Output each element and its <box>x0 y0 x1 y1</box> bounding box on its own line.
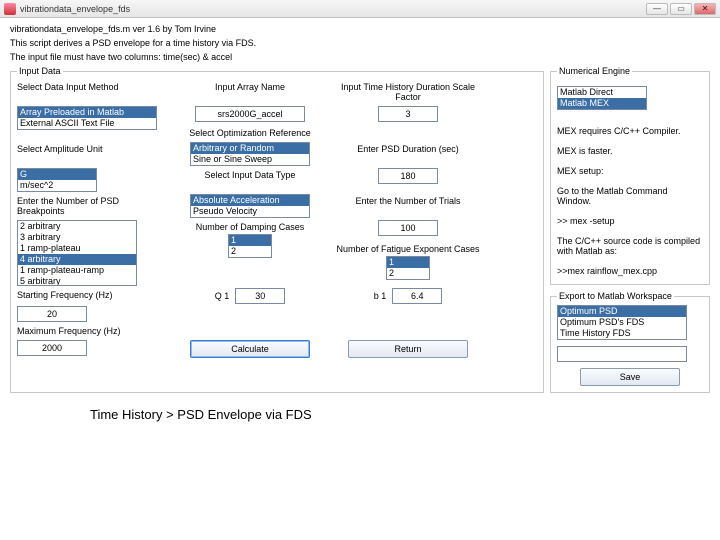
calculate-button[interactable]: Calculate <box>190 340 310 358</box>
engine-t1: MEX requires C/C++ Compiler. <box>557 126 703 136</box>
export-list[interactable]: Optimum PSD Optimum PSD's FDS Time Histo… <box>557 305 687 340</box>
array-name-label: Input Array Name <box>175 82 325 102</box>
header-line-2: This script derives a PSD envelope for a… <box>10 38 710 48</box>
fatigue-label: Number of Fatigue Exponent Cases <box>336 244 479 254</box>
input-data-fieldset: Input Data Select Data Input Method Inpu… <box>10 66 544 393</box>
engine-t5: >> mex -setup <box>557 216 703 226</box>
amp-unit-label: Select Amplitude Unit <box>17 144 167 164</box>
engine-t6: The C/C++ source code is compiled with M… <box>557 236 703 256</box>
header-line-3: The input file must have two columns: ti… <box>10 52 710 62</box>
bp-list[interactable]: 2 arbitrary 3 arbitrary 1 ramp-plateau 4… <box>17 220 137 286</box>
optref-label: Select Optimization Reference <box>189 128 311 138</box>
export-fieldset: Export to Matlab Workspace Optimum PSD O… <box>550 291 710 393</box>
scale-input[interactable]: 3 <box>378 106 438 122</box>
maximize-button[interactable]: ▭ <box>670 3 692 15</box>
startf-input[interactable]: 20 <box>17 306 87 322</box>
select-method-list[interactable]: Array Preloaded in Matlab External ASCII… <box>17 106 157 130</box>
maxf-input[interactable]: 2000 <box>17 340 87 356</box>
scale-label: Input Time History Duration Scale Factor <box>333 82 483 102</box>
bp-label: Enter the Number of PSD Breakpoints <box>17 196 167 216</box>
header-line-1: vibrationdata_envelope_fds.m ver 1.6 by … <box>10 24 710 34</box>
fatigue-list[interactable]: 1 2 <box>386 256 430 280</box>
select-method-label: Select Data Input Method <box>17 82 167 102</box>
engine-t7: >>mex rainflow_mex.cpp <box>557 266 703 276</box>
optref-list[interactable]: Arbitrary or Random Sine or Sine Sweep <box>190 142 310 166</box>
app-icon <box>4 3 16 15</box>
trials-label: Enter the Number of Trials <box>333 196 483 216</box>
intype-list[interactable]: Absolute Acceleration Pseudo Velocity <box>190 194 310 218</box>
engine-legend: Numerical Engine <box>557 66 632 76</box>
startf-label: Starting Frequency (Hz) <box>17 290 167 302</box>
engine-t2: MEX is faster. <box>557 146 703 156</box>
return-button[interactable]: Return <box>348 340 468 358</box>
engine-t3: MEX setup: <box>557 166 703 176</box>
engine-fieldset: Numerical Engine Matlab Direct Matlab ME… <box>550 66 710 285</box>
maxf-label: Maximum Frequency (Hz) <box>17 326 167 336</box>
input-legend: Input Data <box>17 66 63 76</box>
amp-unit-list[interactable]: G m/sec^2 <box>17 168 97 192</box>
window-titlebar: vibrationdata_envelope_fds — ▭ ✕ <box>0 0 720 18</box>
export-legend: Export to Matlab Workspace <box>557 291 674 301</box>
footer-caption: Time History > PSD Envelope via FDS <box>10 407 710 422</box>
intype-label: Select Input Data Type <box>175 170 325 190</box>
close-button[interactable]: ✕ <box>694 3 716 15</box>
engine-list[interactable]: Matlab Direct Matlab MEX <box>557 86 647 110</box>
q-label: Q 1 <box>215 291 230 301</box>
b-label: b 1 <box>374 291 387 301</box>
minimize-button[interactable]: — <box>646 3 668 15</box>
engine-t4: Go to the Matlab Command Window. <box>557 186 703 206</box>
q-input[interactable]: 30 <box>235 288 285 304</box>
psddur-label: Enter PSD Duration (sec) <box>333 144 483 164</box>
psddur-input[interactable]: 180 <box>378 168 438 184</box>
save-button[interactable]: Save <box>580 368 680 386</box>
window-title: vibrationdata_envelope_fds <box>20 4 130 14</box>
damp-list[interactable]: 1 2 <box>228 234 272 258</box>
trials-input[interactable]: 100 <box>378 220 438 236</box>
damp-label: Number of Damping Cases <box>196 222 305 232</box>
b-input[interactable]: 6.4 <box>392 288 442 304</box>
array-name-input[interactable]: srs2000G_accel <box>195 106 305 122</box>
export-name-input[interactable] <box>557 346 687 362</box>
